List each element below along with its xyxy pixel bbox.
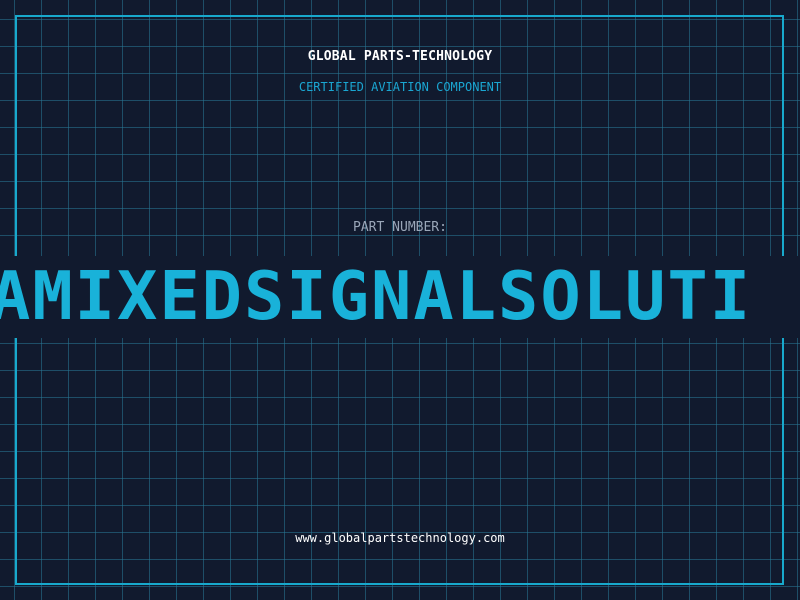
part-number-value: AMIXEDSIGNALSOLUTI	[0, 257, 753, 335]
part-number-band: AMIXEDSIGNALSOLUTI	[0, 256, 800, 338]
certification-tagline: CERTIFIED AVIATION COMPONENT	[298, 80, 502, 94]
company-name: GLOBAL PARTS-TECHNOLOGY	[307, 49, 493, 64]
part-number-label: PART NUMBER:	[353, 220, 447, 235]
certificate-card: GLOBAL PARTS-TECHNOLOGY CERTIFIED AVIATI…	[0, 0, 800, 600]
website-url: www.globalpartstechnology.com	[295, 531, 505, 545]
